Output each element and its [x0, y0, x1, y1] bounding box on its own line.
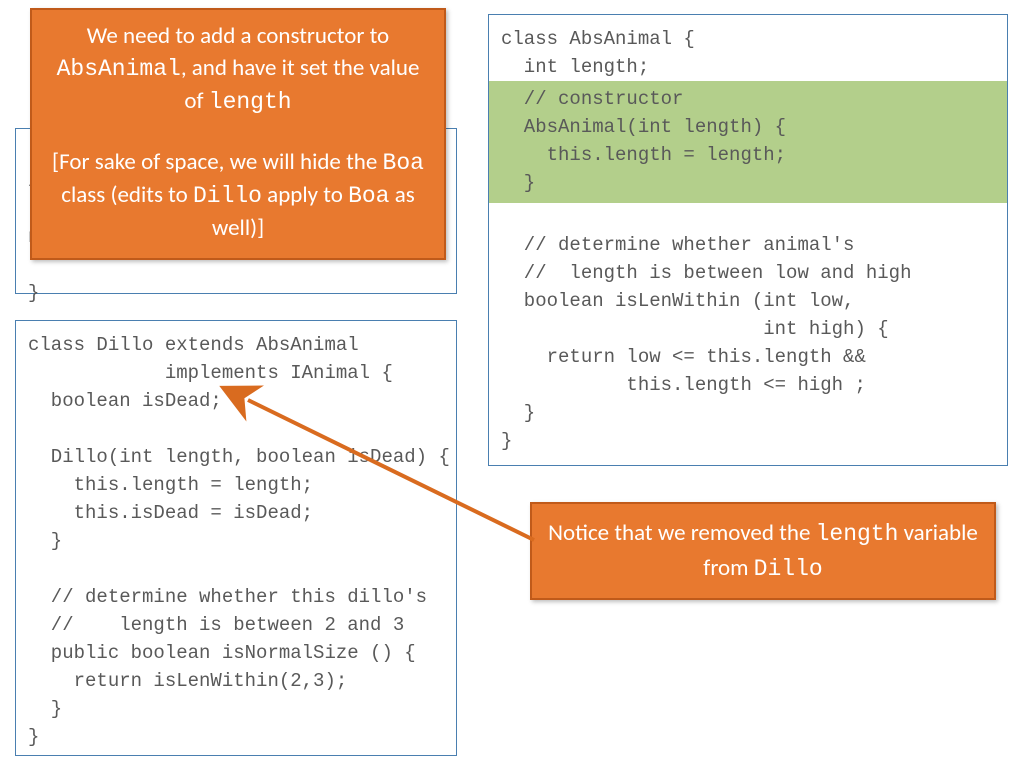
cr-code-dillo: Dillo [754, 556, 823, 582]
cr-text: Notice that we removed the [548, 519, 815, 547]
ct-text: [For sake of space, we will hide the [52, 148, 382, 176]
ct-code-boa: Boa [383, 150, 424, 176]
ct-code-absanimal: AbsAnimal [57, 56, 181, 82]
callout-constructor-note: We need to add a constructor to AbsAnima… [30, 8, 446, 260]
abs-code-constructor-highlight: // constructor AbsAnimal(int length) { t… [489, 81, 1007, 203]
callout-removed-length: Notice that we removed the length variab… [530, 502, 996, 600]
absanimal-code-box: class AbsAnimal { int length; // constru… [488, 14, 1008, 466]
callout-top-para2: [For sake of space, we will hide the Boa… [46, 146, 430, 244]
ct-text: We need to add a constructor to [87, 22, 389, 50]
ct-text: class (edits to [61, 181, 193, 209]
ct-code-dillo: Dillo [193, 183, 262, 209]
callout-spacer [46, 118, 430, 146]
hidden-l3: } [28, 282, 39, 304]
abs-code-head: class AbsAnimal { int length; [489, 15, 1007, 81]
ct-code-boa2: Boa [348, 183, 389, 209]
callout-top-para1: We need to add a constructor to AbsAnima… [46, 20, 430, 118]
abs-code-tail: // determine whether animal's // length … [489, 203, 1007, 465]
ct-text: apply to [262, 181, 348, 209]
ct-code-length: length [209, 89, 292, 115]
dillo-code-box: class Dillo extends AbsAnimal implements… [15, 320, 457, 756]
cr-code-length: length [816, 521, 899, 547]
